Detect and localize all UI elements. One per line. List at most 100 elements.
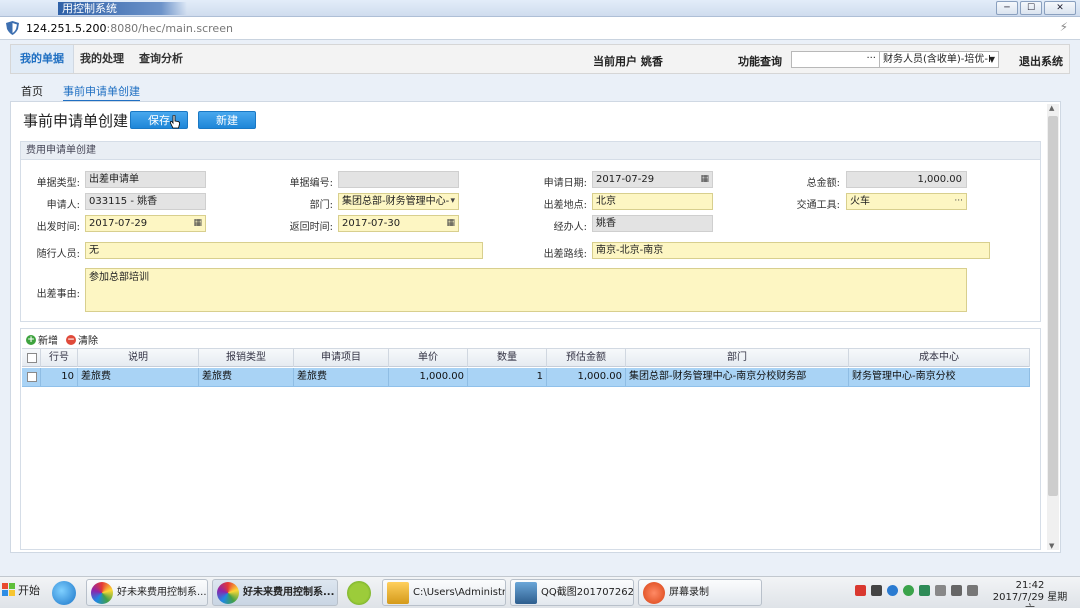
apply-date-label: 申请日期: [543, 178, 587, 189]
trip-place-input[interactable]: 北京 [592, 193, 713, 210]
page-tabs: 首页 事前申请单创建 [10, 81, 1070, 102]
taskbar-item-explorer[interactable]: C:\Users\Administra... [382, 579, 506, 606]
network-icon[interactable] [871, 585, 882, 596]
tab-home[interactable]: 首页 [21, 83, 43, 99]
window-title: 用控制系统 [58, 2, 187, 15]
new-button[interactable]: 新建 [198, 111, 256, 129]
security-icon[interactable] [903, 585, 914, 596]
scroll-down-icon[interactable]: ▼ [1049, 542, 1054, 550]
clear-rows-button[interactable]: − 清除 [66, 332, 98, 347]
role-select[interactable]: 财务人员(含收单)-培优-I ▼ [879, 51, 999, 68]
reason-textarea[interactable]: 参加总部培训 [85, 268, 967, 312]
volume-icon[interactable] [967, 585, 978, 596]
signal-icon[interactable] [951, 585, 962, 596]
maximize-button[interactable]: ☐ [1020, 1, 1042, 15]
close-button[interactable]: ✕ [1044, 1, 1076, 15]
cell-quantity[interactable]: 1 [468, 368, 547, 386]
grid-toolbar: + 新增 − 清除 [26, 332, 98, 347]
hand-cursor-icon [170, 115, 180, 129]
col-header-unit-price[interactable]: 单价 [389, 349, 468, 367]
calendar-icon[interactable]: ▦ [193, 216, 202, 231]
taskbar-item-screen-record[interactable]: 屏幕录制 [638, 579, 762, 606]
qq-icon[interactable] [887, 585, 898, 596]
col-header-line-no[interactable]: 行号 [41, 349, 78, 367]
cell-apply-item[interactable]: 差旅费 [294, 368, 389, 386]
lookup-icon[interactable]: ··· [866, 53, 876, 64]
scroll-up-icon[interactable]: ▲ [1049, 104, 1054, 112]
cell-unit-price[interactable]: 1,000.00 [389, 368, 468, 386]
calendar-icon[interactable]: ▦ [446, 216, 455, 231]
lookup-icon[interactable]: ··· [954, 194, 963, 209]
applicant-label: 申请人: [46, 200, 80, 211]
vertical-scrollbar[interactable]: ▲ ▼ [1047, 104, 1059, 550]
clock[interactable]: 21:42 2017/7/29 星期六 [990, 580, 1070, 608]
transport-label: 交通工具: [796, 200, 840, 211]
table-row[interactable]: 10 差旅费 差旅费 差旅费 1,000.00 1 1,000.00 集团总部-… [22, 368, 1030, 387]
doc-no-label: 单据编号: [289, 178, 333, 189]
taskbar-item-expense-2[interactable]: 好未来费用控制系... [212, 579, 338, 606]
row-checkbox[interactable] [27, 372, 37, 382]
window-titlebar: 用控制系统 ─ ☐ ✕ [0, 0, 1080, 17]
taskbar-item-screenshot[interactable]: QQ截图2017072622... [510, 579, 634, 606]
department-select[interactable]: 集团总部-财务管理中心- ▾ [338, 193, 459, 210]
minimize-button[interactable]: ─ [996, 1, 1018, 15]
route-label: 出差路线: [543, 249, 587, 260]
add-app-icon[interactable] [347, 581, 371, 605]
col-header-cost-center[interactable]: 成本中心 [849, 349, 1030, 367]
shield-icon[interactable] [919, 585, 930, 596]
function-query-label: 功能查询 [738, 55, 782, 68]
cell-estimated-amount: 1,000.00 [547, 368, 626, 386]
cell-cost-center[interactable]: 财务管理中心-南京分校 [849, 368, 1030, 386]
doc-type-field: 出差申请单 [85, 171, 206, 188]
col-header-quantity[interactable]: 数量 [468, 349, 547, 367]
current-user: 当前用户 姚香 [593, 55, 663, 68]
clock-time: 21:42 [1015, 580, 1045, 591]
transport-lookup[interactable]: 火车 ··· [846, 193, 967, 210]
doc-type-label: 单据类型: [36, 178, 80, 189]
apply-date-field: 2017-07-29 ▦ [592, 171, 713, 188]
depart-time-label: 出发时间: [36, 222, 80, 233]
ie-icon[interactable] [52, 581, 76, 605]
col-header-estimated-amount[interactable]: 预估金额 [547, 349, 626, 367]
form-section-title: 费用申请单创建 [21, 142, 1040, 160]
applicant-field: 033115 - 姚香 [85, 193, 206, 210]
handler-label: 经办人: [553, 222, 587, 233]
return-time-input[interactable]: 2017-07-30 ▦ [338, 215, 459, 232]
col-header-expense-type[interactable]: 报销类型 [199, 349, 294, 367]
cell-expense-type[interactable]: 差旅费 [199, 368, 294, 386]
total-amount-field: 1,000.00 [846, 171, 967, 188]
nav-tab-my-documents[interactable]: 我的单据 [11, 45, 74, 73]
chevron-down-icon[interactable]: ▾ [450, 194, 455, 209]
handler-field: 姚香 [592, 215, 713, 232]
lightning-icon[interactable]: ⚡ [1060, 20, 1068, 34]
cell-description[interactable]: 差旅费 [78, 368, 199, 386]
taskbar-item-expense-1[interactable]: 好未来费用控制系... [86, 579, 208, 606]
chevron-down-icon: ▼ [988, 55, 995, 64]
tab-pre-application-create[interactable]: 事前申请单创建 [63, 83, 140, 102]
scrollbar-thumb[interactable] [1048, 116, 1058, 496]
depart-time-input[interactable]: 2017-07-29 ▦ [85, 215, 206, 232]
select-all-checkbox[interactable] [27, 353, 37, 363]
function-query-input[interactable]: ··· [791, 51, 881, 68]
add-row-button[interactable]: + 新增 [26, 332, 58, 347]
battery-icon[interactable] [935, 585, 946, 596]
companions-input[interactable]: 无 [85, 242, 483, 259]
nav-tab-query-analysis[interactable]: 查询分析 [130, 45, 192, 73]
address-bar[interactable]: 124.251.5.200:8080/hec/main.screen ⚡ [0, 17, 1080, 40]
nav-tab-my-processing[interactable]: 我的处理 [71, 45, 133, 73]
system-tray [855, 585, 978, 596]
route-input[interactable]: 南京-北京-南京 [592, 242, 990, 259]
col-header-apply-item[interactable]: 申请项目 [294, 349, 389, 367]
total-amount-label: 总金额: [806, 178, 840, 189]
trip-place-label: 出差地点: [543, 200, 587, 211]
col-header-department[interactable]: 部门 [626, 349, 849, 367]
calendar-icon[interactable]: ▦ [700, 172, 709, 187]
start-button[interactable]: 开始 [2, 582, 40, 598]
windows-logo-icon [2, 583, 15, 596]
cell-department[interactable]: 集团总部-财务管理中心-南京分校财务部 [626, 368, 849, 386]
sogou-icon[interactable] [855, 585, 866, 596]
col-header-description[interactable]: 说明 [78, 349, 199, 367]
plus-icon: + [26, 334, 36, 345]
clock-date: 2017/7/29 星期六 [992, 592, 1068, 608]
logout-link[interactable]: 退出系统 [1019, 53, 1063, 69]
